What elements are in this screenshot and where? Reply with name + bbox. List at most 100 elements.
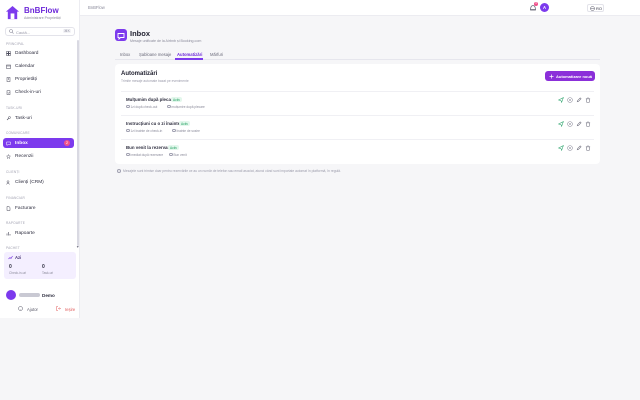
pause-icon[interactable] <box>567 121 573 127</box>
help-button[interactable]: Ajutor <box>18 305 48 313</box>
sidebar-item-label: Task-uri <box>15 115 32 121</box>
new-automation-button[interactable]: Automatizare nouă <box>545 71 595 81</box>
tab-automations[interactable]: Automatizări <box>177 52 202 57</box>
pause-icon[interactable] <box>567 145 573 151</box>
tab-goods[interactable]: Mărfuri <box>210 52 223 57</box>
user-avatar[interactable]: A <box>540 3 549 12</box>
info-note: Mesajele sunt trimise doar pentru rezerv… <box>117 169 341 173</box>
checkins-count: 0 <box>9 264 12 270</box>
edit-icon[interactable] <box>576 121 582 127</box>
clock-icon <box>126 104 130 108</box>
clipboard-check-icon <box>6 90 11 95</box>
template-text: Bun venit <box>173 152 187 157</box>
sidebar-item-reports[interactable]: Rapoarte <box>3 228 74 238</box>
page-subtitle: Mesaje unificate de la Airbnb și Booking… <box>130 39 202 43</box>
send-icon[interactable] <box>558 121 564 127</box>
sidebar-item-inbox[interactable]: Inbox 2 <box>3 138 74 148</box>
search-placeholder: Caută... <box>16 29 31 35</box>
logout-label: Ieșire <box>65 306 76 312</box>
send-icon[interactable] <box>558 97 564 103</box>
sidebar-item-label: Proprietăți <box>15 76 37 82</box>
section-clients: Clienți <box>6 170 20 174</box>
sidebar-item-checkins[interactable]: Check-in-uri <box>3 87 74 97</box>
notification-badge: 3 <box>534 2 538 6</box>
sidebar-item-reviews[interactable]: Recenzii <box>3 151 74 161</box>
edit-icon[interactable] <box>576 145 582 151</box>
row-actions <box>558 145 594 151</box>
sidebar-item-dashboard[interactable]: Dashboard <box>3 48 74 58</box>
sidebar-item-properties[interactable]: Proprietăți <box>3 74 74 84</box>
row-actions <box>558 97 594 103</box>
sidebar-item-tasks[interactable]: Task-uri <box>3 113 74 123</box>
calendar-icon <box>6 64 11 69</box>
card-subtitle: Trimite mesaje automate bazat pe evenime… <box>121 79 189 83</box>
trigger-text: 1zi după check-out <box>130 104 158 109</box>
template-icon <box>172 128 176 132</box>
language-label: RO <box>596 6 602 12</box>
template-text: înainte de sosire <box>176 128 200 133</box>
sidebar-item-calendar[interactable]: Calendar <box>3 61 74 71</box>
sidebar-item-label: Clienți (CRM) <box>15 179 44 185</box>
trash-icon[interactable] <box>585 145 591 151</box>
edit-icon[interactable] <box>576 97 582 103</box>
automation-row[interactable]: Instrucțiuni cu o zi înainte Activ 1zi î… <box>121 115 594 135</box>
scroll-down-icon[interactable]: ▼ <box>76 245 80 249</box>
help-label: Ajutor <box>27 306 38 312</box>
tab-inbox[interactable]: Inbox <box>120 52 130 57</box>
pause-icon[interactable] <box>567 97 573 103</box>
sidebar-item-crm[interactable]: Clienți (CRM) <box>3 177 74 187</box>
user-profile[interactable]: Demo <box>4 289 76 301</box>
trigger-text: imediat după rezervare <box>130 152 164 157</box>
language-selector[interactable]: RO <box>587 4 604 12</box>
brand[interactable]: BnBFlow Administrare Proprietăți <box>5 4 77 22</box>
summary-title: Azi <box>15 255 22 260</box>
automation-title: Bun venit la rezervare <box>126 145 172 150</box>
automation-title: Mulțumim după plecare <box>126 97 176 102</box>
plus-icon <box>549 74 554 78</box>
user-name: Demo <box>42 292 55 298</box>
clock-icon <box>126 128 130 132</box>
search-icon <box>9 29 14 34</box>
automation-template: mulțumire după plecare <box>167 104 205 109</box>
status-badge: Activ <box>179 121 190 126</box>
brand-tagline: Administrare Proprietăți <box>24 16 61 20</box>
dashboard-icon <box>6 50 11 56</box>
section-activity: Pachet <box>6 246 20 250</box>
new-automation-label: Automatizare nouă <box>556 73 593 79</box>
section-principal: Principal <box>6 42 25 46</box>
sidebar-item-label: Dashboard <box>15 50 39 56</box>
document-icon <box>6 205 11 211</box>
template-icon <box>169 152 173 156</box>
sidebar-scrollbar[interactable] <box>77 40 79 246</box>
sidebar-item-label: Check-in-uri <box>15 89 41 95</box>
trigger-text: 1zi înainte de check-in <box>130 128 163 133</box>
sidebar-item-label: Calendar <box>15 63 35 69</box>
sidebar-item-billing[interactable]: Facturare <box>3 203 74 213</box>
topbar: BnBFlow RO 3 A <box>80 0 640 16</box>
send-icon[interactable] <box>558 145 564 151</box>
section-reports: Rapoarte <box>6 221 26 225</box>
breadcrumb[interactable]: BnBFlow <box>88 5 105 10</box>
search-shortcut: ⌘K <box>63 29 71 33</box>
automation-trigger: imediat după rezervare <box>126 152 164 157</box>
automation-template: Bun venit <box>169 152 187 157</box>
automation-trigger: 1zi după check-out <box>126 104 158 109</box>
search-input[interactable]: Caută... ⌘K <box>5 27 75 36</box>
tab-bar: Inbox Șabloane mesaje Automatizări Mărfu… <box>115 50 600 60</box>
automation-row[interactable]: Bun venit la rezervare Activ imediat dup… <box>121 139 594 159</box>
status-badge: Activ <box>168 145 179 150</box>
globe-icon <box>590 6 595 11</box>
unread-badge: 2 <box>64 140 70 146</box>
page-header: Inbox Mesaje unificate de la Airbnb și B… <box>115 29 415 47</box>
tab-templates[interactable]: Șabloane mesaje <box>139 52 171 57</box>
section-comm: Comunicare <box>6 131 30 135</box>
brand-name: BnBFlow <box>24 6 59 15</box>
tasks-count: 0 <box>42 264 45 270</box>
trash-icon[interactable] <box>585 97 591 103</box>
sidebar-item-label: Rapoarte <box>15 230 35 236</box>
checkins-label: Check-in-uri <box>9 271 27 275</box>
automation-row[interactable]: Mulțumim după plecare Activ 1zi după che… <box>121 91 594 111</box>
automation-trigger: 1zi înainte de check-in <box>126 128 163 133</box>
trash-icon[interactable] <box>585 121 591 127</box>
logout-button[interactable]: Ieșire <box>56 305 78 313</box>
